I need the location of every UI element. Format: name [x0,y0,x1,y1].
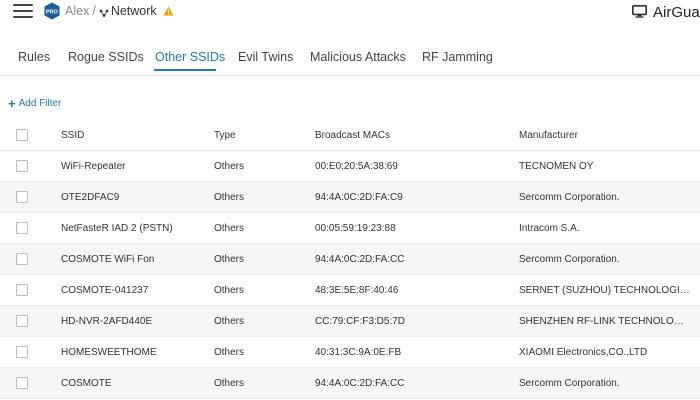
cell-ssid: HD-NVR-2AFD440E [61,316,153,327]
cell-mac: CC:79:CF:F3:D5:7D [315,316,406,327]
tab-malicious-attacks[interactable]: Malicious Attacks [310,50,406,64]
table-row[interactable]: NetFasteR IAD 2 (PSTN) Others 00:05:59:1… [0,213,700,244]
tab-rules[interactable]: Rules [18,50,50,64]
cell-mac: 40:31:3C:9A:0E:FB [315,347,402,358]
tab-bar: Rules Rogue SSIDs Other SSIDs Evil Twins… [0,46,700,76]
cell-type: Others [214,254,245,265]
add-filter-label: Add Filter [18,98,62,109]
cell-ssid: COSMOTE WiFi Fon [61,254,155,265]
column-header-broadcast-macs[interactable]: Broadcast MACs [315,120,515,151]
cell-manufacturer: XIAOMI Electronics,CO.,LTD [519,347,648,358]
cell-manufacturer: Intracom S.A. [519,223,580,234]
table-row[interactable]: COSMOTE WiFi Fon Others 94:4A:0C:2D:FA:C… [0,244,700,275]
row-checkbox[interactable] [16,191,28,203]
table-row[interactable]: COSMOTE-041237 Others 48:3E:5E:8F:40:46 … [0,275,700,306]
breadcrumb-user[interactable]: Alex [65,4,89,18]
cell-type: Others [214,378,245,389]
cell-manufacturer: Sercomm Corporation. [519,378,620,389]
tab-other-ssids[interactable]: Other SSIDs [155,50,225,64]
row-checkbox[interactable] [16,346,28,358]
column-header-manufacturer[interactable]: Manufacturer [519,120,691,151]
table-row[interactable]: OTE2DFAC9 Others 94:4A:0C:2D:FA:C9 Serco… [0,182,700,213]
plus-icon: + [8,95,16,111]
row-checkbox[interactable] [16,160,28,172]
cell-mac: 94:4A:0C:2D:FA:C9 [315,192,403,203]
menu-icon[interactable] [13,3,33,19]
table-row[interactable]: WiFi-Repeater Others 00:E0:20:5A:38:69 T… [0,151,700,182]
cell-mac: 94:4A:0C:2D:FA:CC [315,254,405,265]
column-header-ssid[interactable]: SSID [61,120,211,151]
monitor-icon[interactable] [632,5,647,23]
cell-ssid: OTE2DFAC9 [61,192,120,203]
row-checkbox[interactable] [16,284,28,296]
cell-ssid: COSMOTE [61,378,112,389]
table-row[interactable]: COSMOTE Others 94:4A:0C:2D:FA:CC Sercomm… [0,368,700,399]
cell-mac: 48:3E:5E:8F:40:46 [315,285,399,296]
cell-ssid: NetFasteR IAD 2 (PSTN) [61,223,173,234]
row-checkbox[interactable] [16,315,28,327]
cell-mac: 00:05:59:19:23:88 [315,223,396,234]
cell-mac: 94:4A:0C:2D:FA:CC [315,378,405,389]
pro-badge-label: PRO [46,10,59,16]
cell-type: Others [214,161,245,172]
tab-rf-jamming[interactable]: RF Jamming [422,50,493,64]
active-tab-indicator [154,69,216,71]
add-filter-button[interactable]: + Add Filter [8,95,62,111]
table-row[interactable]: HOMESWEETHOME Others 40:31:3C:9A:0E:FB X… [0,337,700,368]
cell-type: Others [214,223,245,234]
cell-ssid: COSMOTE-041237 [61,285,149,296]
cell-type: Others [214,192,245,203]
cell-manufacturer: Sercomm Corporation. [519,192,620,203]
pro-badge-icon: PRO [44,2,60,20]
breadcrumb: Alex / Network [65,4,174,18]
cell-mac: 00:E0:20:5A:38:69 [315,161,398,172]
cell-type: Others [214,347,245,358]
row-checkbox[interactable] [16,377,28,389]
ssid-table: SSID Type Broadcast MACs Manufacturer Wi… [0,120,700,399]
network-icon [99,6,109,17]
cell-manufacturer: SERNET (SUZHOU) TECHNOLOGIES ... [519,285,691,296]
tab-rogue-ssids[interactable]: Rogue SSIDs [68,50,144,64]
row-checkbox[interactable] [16,253,28,265]
cell-ssid: HOMESWEETHOME [61,347,157,358]
breadcrumb-separator: / [92,4,96,18]
tab-evil-twins[interactable]: Evil Twins [238,50,293,64]
breadcrumb-network[interactable]: Network [111,4,157,18]
table-row[interactable]: HD-NVR-2AFD440E Others CC:79:CF:F3:D5:7D… [0,306,700,337]
column-header-type[interactable]: Type [214,120,314,151]
cell-manufacturer: SHENZHEN RF-LINK TECHNOLOGY ... [519,316,691,327]
cell-ssid: WiFi-Repeater [61,161,126,172]
app-name: AirGuard [653,4,700,21]
cell-type: Others [214,316,245,327]
row-checkbox[interactable] [16,222,28,234]
top-bar: PRO Alex / Network AirGua [0,0,700,26]
cell-manufacturer: TECNOMEN OY [519,161,594,172]
cell-manufacturer: Sercomm Corporation. [519,254,620,265]
warning-icon[interactable] [163,5,174,19]
cell-type: Others [214,285,245,296]
table-header-row: SSID Type Broadcast MACs Manufacturer [0,120,700,151]
select-all-checkbox[interactable] [16,129,28,141]
